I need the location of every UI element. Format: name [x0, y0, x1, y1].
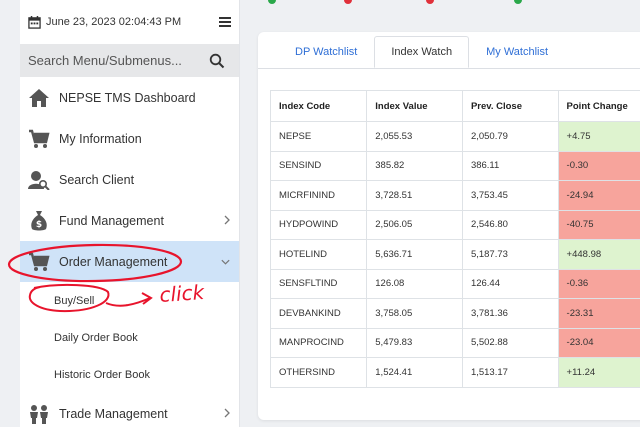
table-row[interactable]: OTHERSIND 1,524.41 1,513.17 +11.24: [269, 357, 640, 388]
index-table: Index Code Index Value Prev. Close Point…: [269, 90, 640, 388]
submenu-item-daily-order-book[interactable]: Daily Order Book: [20, 319, 239, 356]
prev-close-cell: 5,187.73: [461, 239, 559, 270]
index-code-cell: HYDPOWIND: [269, 209, 368, 240]
table-row[interactable]: SENSFLTIND 126.08 126.44 -0.36: [269, 268, 640, 299]
sidebar-item-search-client[interactable]: Search Client: [20, 159, 239, 200]
people-icon: [28, 403, 50, 425]
sidebar-item-label: My Information: [59, 131, 142, 146]
index-value-cell: 385.82: [366, 150, 463, 181]
search-placeholder: Search Menu/Submenus...: [28, 53, 182, 68]
column-header-index-value[interactable]: Index Value: [366, 90, 463, 122]
table-row[interactable]: DEVBANKIND 3,758.05 3,781.36 -23.31: [269, 298, 640, 329]
prev-close-cell: 386.11: [461, 150, 559, 181]
table-row[interactable]: HYDPOWIND 2,506.05 2,546.80 -40.75: [269, 209, 640, 240]
money-bag-icon: $: [28, 210, 50, 232]
index-code-cell: SENSFLTIND: [269, 268, 368, 299]
sidebar-item-label: NEPSE TMS Dashboard: [59, 90, 196, 105]
cart-icon: [28, 128, 50, 150]
submenu-item-label: Buy/Sell: [54, 294, 95, 307]
table-row[interactable]: NEPSE 2,055.53 2,050.79 +4.75: [269, 121, 640, 152]
prev-close-cell: 2,050.79: [461, 121, 559, 152]
table-header-row: Index Code Index Value Prev. Close Point…: [269, 90, 640, 122]
prev-close-cell: 5,502.88: [461, 327, 559, 358]
index-code-cell: OTHERSIND: [269, 357, 368, 388]
index-value-cell: 1,524.41: [366, 357, 463, 388]
point-change-cell: -24.94: [557, 180, 640, 211]
index-watch-panel: DP Watchlist Index Watch My Watchlist In…: [258, 32, 640, 420]
index-code-cell: MICRFININD: [269, 180, 368, 211]
sidebar-item-my-information[interactable]: My Information: [20, 118, 239, 159]
prev-close-cell: 126.44: [461, 268, 559, 299]
sidebar: June 23, 2023 02:04:43 PM Search Menu/Su…: [20, 0, 240, 427]
submenu-item-buy-sell[interactable]: Buy/Sell: [20, 282, 239, 319]
sidebar-item-label: Order Management: [59, 254, 168, 269]
sidebar-item-label: Fund Management: [59, 213, 164, 228]
date-bar: June 23, 2023 02:04:43 PM: [20, 0, 239, 44]
sidebar-item-fund-management[interactable]: $ Fund Management: [20, 200, 239, 241]
prev-close-cell: 3,753.45: [461, 180, 559, 211]
index-code-cell: HOTELIND: [269, 239, 368, 270]
menu-search-input[interactable]: Search Menu/Submenus...: [20, 44, 239, 77]
sidebar-item-trade-management[interactable]: Trade Management: [20, 393, 239, 427]
column-header-index-code[interactable]: Index Code: [269, 90, 368, 122]
point-change-cell: -23.31: [557, 298, 640, 329]
current-datetime: June 23, 2023 02:04:43 PM: [46, 16, 182, 28]
index-value-cell: 2,055.53: [366, 121, 463, 152]
index-code-cell: NEPSE: [269, 121, 368, 152]
prev-close-cell: 2,546.80: [461, 209, 559, 240]
point-change-cell: -23.04: [557, 327, 640, 358]
index-value-cell: 126.08: [366, 268, 463, 299]
calendar-icon: [28, 15, 41, 29]
table-row[interactable]: MICRFININD 3,728.51 3,753.45 -24.94: [269, 180, 640, 211]
status-dot-up: [268, 0, 276, 4]
sidebar-item-order-management[interactable]: Order Management: [20, 241, 239, 282]
tab-divider: [258, 68, 640, 69]
chevron-right-icon: [224, 215, 230, 225]
sidebar-item-label: Search Client: [59, 172, 135, 187]
tab-index-watch[interactable]: Index Watch: [374, 36, 470, 68]
sidebar-item-dashboard[interactable]: NEPSE TMS Dashboard: [20, 77, 239, 118]
index-value-cell: 3,728.51: [366, 180, 463, 211]
index-value-cell: 5,636.71: [366, 239, 463, 270]
submenu-item-label: Daily Order Book: [54, 331, 138, 344]
tab-dp-watchlist[interactable]: DP Watchlist: [278, 36, 374, 68]
index-value-cell: 3,758.05: [366, 298, 463, 329]
prev-close-cell: 1,513.17: [461, 357, 559, 388]
search-icon[interactable]: [209, 53, 225, 69]
status-dot-up: [514, 0, 522, 4]
index-code-cell: SENSIND: [269, 150, 368, 181]
user-search-icon: [28, 169, 50, 191]
watchlist-tabs: DP Watchlist Index Watch My Watchlist: [278, 36, 565, 68]
table-row[interactable]: HOTELIND 5,636.71 5,187.73 +448.98: [269, 239, 640, 270]
point-change-cell: -0.30: [557, 150, 640, 181]
point-change-cell: +448.98: [557, 239, 640, 270]
svg-text:$: $: [36, 220, 42, 230]
cart-icon: [28, 251, 50, 273]
index-code-cell: MANPROCIND: [269, 327, 368, 358]
index-value-cell: 5,479.83: [366, 327, 463, 358]
hamburger-menu-icon[interactable]: [219, 17, 231, 27]
point-change-cell: -0.36: [557, 268, 640, 299]
column-header-point-change[interactable]: Point Change: [557, 90, 640, 122]
submenu-item-historic-order-book[interactable]: Historic Order Book: [20, 356, 239, 393]
chevron-down-icon: [221, 259, 230, 265]
submenu-item-label: Historic Order Book: [54, 368, 150, 381]
status-dot-down: [344, 0, 352, 4]
status-dots: [268, 0, 522, 4]
table-row[interactable]: SENSIND 385.82 386.11 -0.30: [269, 150, 640, 181]
prev-close-cell: 3,781.36: [461, 298, 559, 329]
tab-my-watchlist[interactable]: My Watchlist: [469, 36, 565, 68]
index-code-cell: DEVBANKIND: [269, 298, 368, 329]
status-dot-down: [426, 0, 434, 4]
chevron-right-icon: [224, 408, 230, 418]
table-row[interactable]: MANPROCIND 5,479.83 5,502.88 -23.04: [269, 327, 640, 358]
index-value-cell: 2,506.05: [366, 209, 463, 240]
point-change-cell: +11.24: [557, 357, 640, 388]
point-change-cell: +4.75: [557, 121, 640, 152]
home-icon: [28, 87, 50, 109]
sidebar-item-label: Trade Management: [59, 406, 168, 421]
column-header-prev-close[interactable]: Prev. Close: [461, 90, 559, 122]
point-change-cell: -40.75: [557, 209, 640, 240]
